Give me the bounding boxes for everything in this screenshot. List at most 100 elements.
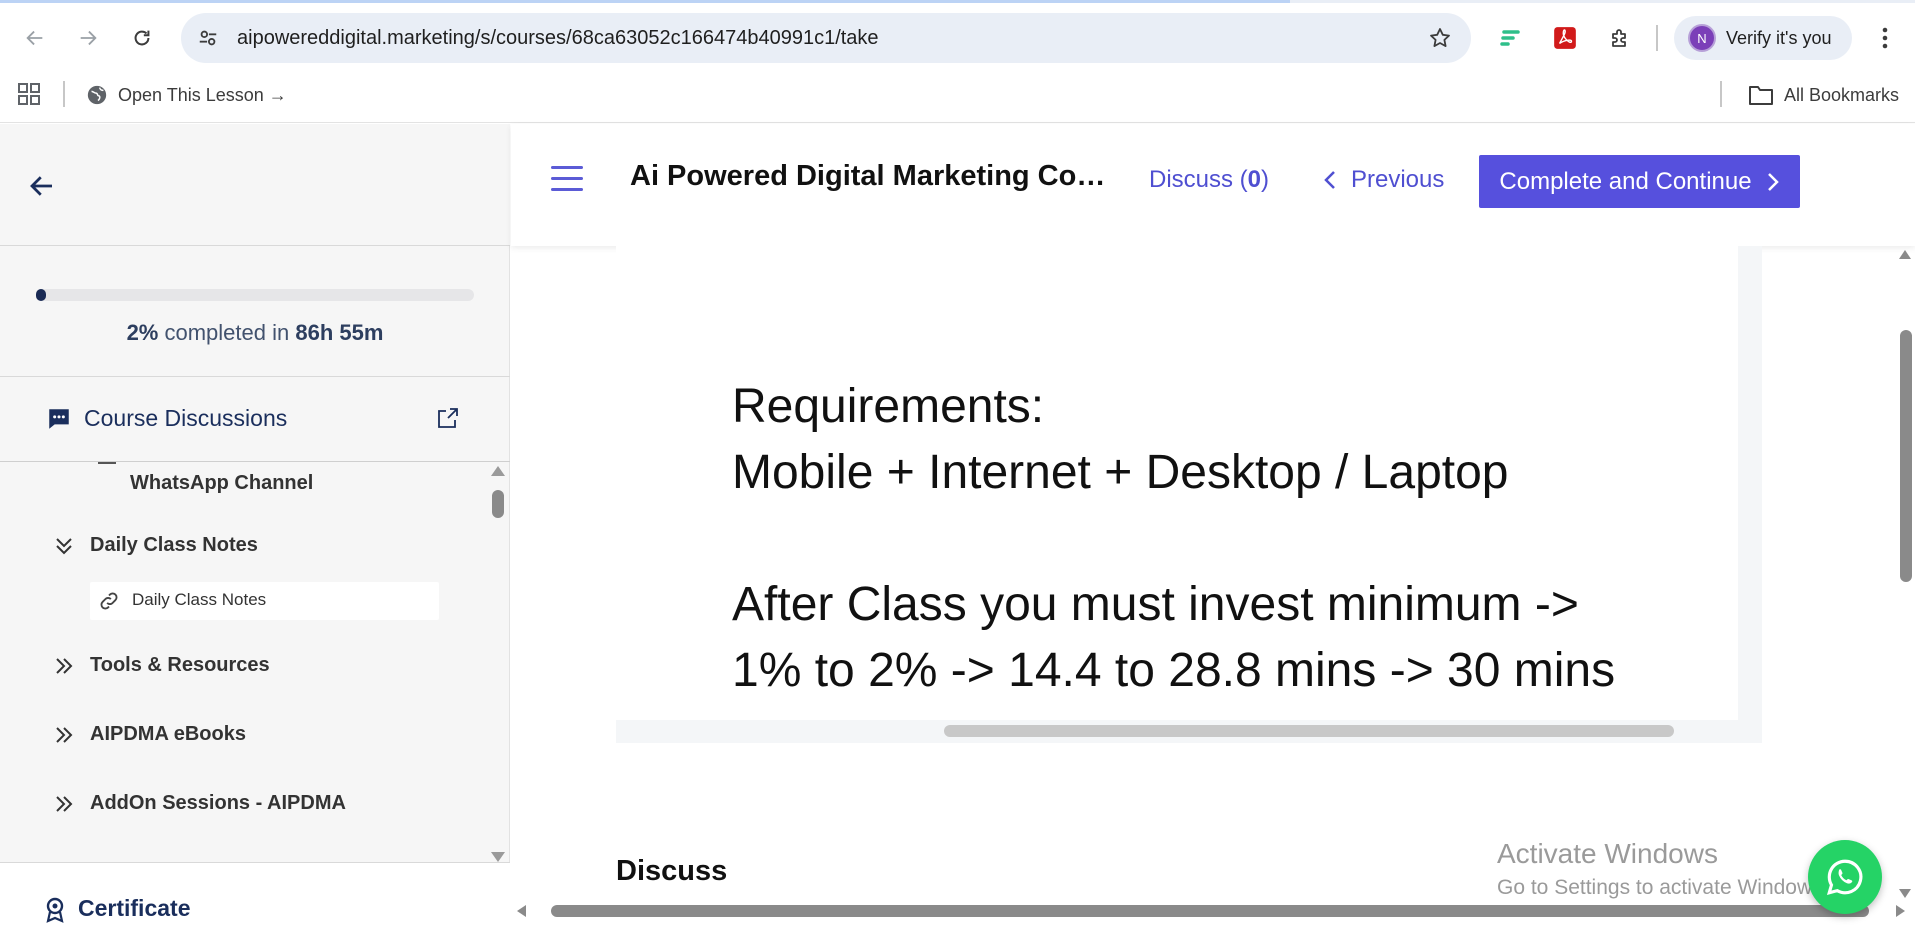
course-sidebar: 2% completed in 86h 55m Course Discussio… [0,124,510,946]
bookmark-separator [1720,81,1722,107]
scroll-up-arrow-icon[interactable] [1899,250,1911,259]
chevron-double-right-icon [52,723,78,749]
complete-and-continue-button[interactable]: Complete and Continue [1479,155,1800,208]
browser-toolbar: aipowereddigital.marketing/s/courses/68c… [0,3,1915,69]
award-icon [44,897,66,923]
discuss-count: 0 [1247,166,1262,193]
bookmark-label: Open This Lesson → [118,84,287,105]
cta-label: Complete and Continue [1499,167,1752,195]
arrow-right-icon [80,30,97,46]
discuss-link[interactable]: Discuss (0) [1149,166,1269,194]
progress-middle: completed in [164,320,290,345]
profile-button[interactable]: N Verify it's you [1674,16,1852,60]
bookmark-separator [63,81,65,107]
scrollbar-thumb[interactable] [1900,330,1912,582]
avatar: N [1688,24,1716,52]
page-horizontal-scrollbar[interactable] [511,900,1905,922]
site-info-icon[interactable] [195,25,221,51]
back-button[interactable] [17,20,53,56]
chevron-double-right-icon [52,654,78,680]
menu-hamburger-icon[interactable] [551,166,583,194]
progress-fill [36,289,46,301]
discuss-heading: Discuss [616,855,728,887]
previous-button[interactable]: Previous [1323,166,1444,194]
sidebar-scrollbar[interactable] [488,466,508,862]
back-to-course-button[interactable] [24,168,60,204]
chevron-double-right-icon [52,792,78,818]
frame-horizontal-scrollbar[interactable] [944,725,1674,737]
course-discussions-link[interactable]: Course Discussions [0,377,510,461]
course-discussions-label: Course Discussions [84,405,288,431]
arrow-left-icon [30,176,52,196]
all-bookmarks-label: All Bookmarks [1784,84,1900,105]
discuss-label: Discuss ( [1149,166,1248,193]
whatsapp-icon [1826,859,1863,895]
reload-button[interactable] [124,20,160,56]
progress-time: 86h 55m [295,320,384,345]
section-addon-sessions[interactable]: AddOn Sessions - AIPDMA [0,786,486,826]
slide-text: Requirements: Mobile + Internet + Deskto… [732,374,1615,704]
folder-icon [1749,86,1773,105]
all-bookmarks-button[interactable]: All Bookmarks [1748,79,1899,111]
certificate-link[interactable]: Certificate [0,862,510,946]
toolbar-separator [1656,25,1658,51]
page-vertical-scrollbar[interactable] [1895,246,1915,898]
course-title: Ai Powered Digital Marketing Course [630,160,1120,192]
windows-activation-watermark: Activate Windows Go to Settings to activ… [1497,838,1837,900]
slide-line: After Class you must invest minimum -> [732,578,1579,631]
whatsapp-chat-button[interactable] [1808,840,1882,914]
slide-line: Requirements: [732,380,1045,433]
chevron-right-icon [1767,172,1779,191]
extension-flow-icon[interactable] [1495,23,1525,53]
scroll-left-arrow-icon[interactable] [517,905,526,917]
chevron-left-icon [1324,171,1335,189]
sidebar-header [0,124,510,246]
progress-bar [36,289,474,301]
curriculum-list: WhatsApp Channel Daily Class Notes Daily… [0,462,486,862]
url-text[interactable]: aipowereddigital.marketing/s/courses/68c… [237,27,879,50]
pdf-extension-icon[interactable] [1550,23,1580,53]
external-link-icon[interactable] [436,406,462,432]
scroll-down-arrow-icon[interactable] [1899,889,1911,898]
watermark-subtitle: Go to Settings to activate Windows. [1497,876,1829,899]
slide-line: 1% to 2% -> 14.4 to 28.8 mins -> 30 mins [732,644,1616,697]
watermark-title: Activate Windows [1497,838,1718,869]
lesson-item[interactable]: Daily Class Notes [90,582,439,620]
scroll-right-arrow-icon[interactable] [1896,905,1905,917]
progress-percent: 2% [126,320,159,345]
scrollbar-thumb[interactable] [551,905,1869,917]
scroll-down-arrow-icon[interactable] [491,852,505,862]
bookmarks-bar: Open This Lesson → All Bookmarks [0,69,1915,123]
section-tools-resources[interactable]: Tools & Resources [0,648,486,688]
section-label: Tools & Resources [90,654,270,676]
globe-icon [87,85,107,105]
lesson-slide: Requirements: Mobile + Internet + Deskto… [616,246,1738,720]
partial-icon [98,462,116,464]
lesson-label: Daily Class Notes [132,590,267,609]
extensions-puzzle-icon[interactable] [1605,23,1635,53]
section-label: AddOn Sessions - AIPDMA [90,792,346,814]
forward-button[interactable] [70,20,106,56]
scrollbar-thumb[interactable] [492,490,504,518]
apps-grid-icon[interactable] [17,82,43,108]
section-label: Daily Class Notes [90,534,258,556]
browser-menu-icon[interactable] [1870,23,1900,53]
certificate-label: Certificate [78,895,191,921]
discuss-close: ) [1261,166,1270,193]
arrow-left-icon [26,30,43,46]
lesson-content-frame: Requirements: Mobile + Internet + Deskto… [616,246,1762,743]
bookmark-open-lesson[interactable]: Open This Lesson → [86,79,287,111]
scroll-up-arrow-icon[interactable] [491,466,505,476]
section-label: AIPDMA eBooks [90,723,246,745]
progress-text: 2% completed in 86h 55m [0,320,510,346]
reload-icon [134,30,150,46]
section-daily-class-notes[interactable]: Daily Class Notes [0,528,486,568]
chevron-double-down-icon [52,534,78,560]
link-icon [98,590,120,612]
lesson-header: Ai Powered Digital Marketing Course Disc… [511,124,1915,246]
slide-line: Mobile + Internet + Desktop / Laptop [732,446,1509,499]
section-aipdma-ebooks[interactable]: AIPDMA eBooks [0,717,486,757]
address-bar[interactable]: aipowereddigital.marketing/s/courses/68c… [181,13,1471,63]
bookmark-star-icon[interactable] [1427,25,1453,51]
list-item[interactable]: WhatsApp Channel [130,472,313,495]
